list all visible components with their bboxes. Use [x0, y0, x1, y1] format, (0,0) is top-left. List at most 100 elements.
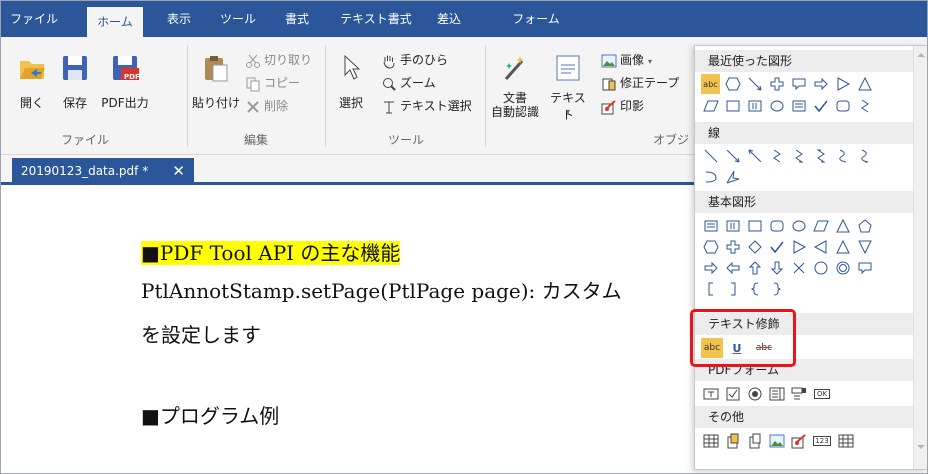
arrow-line-shape[interactable] [745, 74, 764, 94]
left-arrow-shape[interactable] [723, 258, 742, 278]
group-divider [325, 45, 326, 147]
hexagon-shape[interactable] [723, 74, 742, 94]
open-button[interactable]: 開く [11, 49, 53, 111]
circle-shape[interactable] [811, 258, 830, 278]
copy-button[interactable]: コピー [245, 73, 300, 93]
callout-shape[interactable] [855, 258, 874, 278]
cross-shape[interactable] [767, 74, 786, 94]
tab-home[interactable]: ホーム [87, 7, 143, 37]
zigzag-double-arrow-shape[interactable] [811, 146, 830, 166]
close-icon[interactable]: ✕ [172, 158, 185, 185]
ring-shape[interactable] [833, 258, 852, 278]
combo-field-icon[interactable] [789, 384, 808, 404]
elbow-connector-shape[interactable] [701, 167, 720, 187]
paste-button[interactable]: 貼り付け [191, 49, 241, 111]
right-arrow-shape[interactable] [811, 74, 830, 94]
cross-shape[interactable] [723, 237, 742, 257]
ellipse-shape[interactable] [767, 96, 786, 116]
right-arrow-shape[interactable] [701, 258, 720, 278]
parallelogram-shape[interactable] [701, 96, 720, 116]
vertical-text-shape[interactable] [723, 216, 742, 236]
parallelogram-shape[interactable] [811, 216, 830, 236]
document-tab[interactable]: 20190123_data.pdf * ✕ [12, 158, 194, 185]
hand-button[interactable]: 手のひら [381, 50, 448, 70]
rectangle-shape[interactable] [745, 216, 764, 236]
diamond-shape[interactable] [745, 237, 764, 257]
down-arrow-shape[interactable] [767, 258, 786, 278]
text-box-shape[interactable] [789, 96, 808, 116]
page-number-icon[interactable]: 123 [811, 431, 833, 451]
stamp-button[interactable]: 印影 [601, 96, 644, 116]
zigzag-shape[interactable] [767, 146, 786, 166]
checkbox-field-icon[interactable] [723, 384, 742, 404]
tab-file[interactable]: ファイル [9, 1, 59, 37]
curve-shape[interactable] [833, 146, 852, 166]
tab-view[interactable]: 表示 [161, 1, 197, 37]
tab-merge[interactable]: 差込 [429, 1, 469, 37]
image-icon[interactable] [767, 431, 786, 451]
tab-form[interactable]: フォーム [509, 1, 563, 37]
text-highlight-shape[interactable]: abc [701, 74, 720, 94]
save-button[interactable]: 保存 [55, 49, 95, 111]
ocr-button[interactable]: 文書 自動認識 [489, 49, 541, 127]
ellipse-shape[interactable] [789, 216, 808, 236]
down-triangle-shape[interactable] [855, 237, 874, 257]
rounded-rect-shape[interactable] [767, 216, 786, 236]
line-shape[interactable] [701, 146, 720, 166]
button-field-icon[interactable]: OK [811, 384, 833, 404]
tab-text-format[interactable]: テキスト書式 [337, 1, 415, 37]
curve-arrow-shape[interactable] [855, 146, 874, 166]
tab-format[interactable]: 書式 [277, 1, 317, 37]
callout-shape[interactable] [789, 74, 808, 94]
rounded-rect-shape[interactable] [833, 96, 852, 116]
table-icon[interactable] [701, 431, 720, 451]
correction-tape-button[interactable]: 修正テープ [601, 73, 679, 93]
scissors-icon [246, 54, 260, 68]
stamp-icon[interactable] [789, 431, 808, 451]
page-copy-icon[interactable] [745, 431, 764, 451]
scroll-down-icon[interactable] [916, 442, 926, 452]
hexagon-shape[interactable] [701, 237, 720, 257]
right-brace-shape[interactable] [767, 279, 786, 299]
panel-scrollbar[interactable] [913, 46, 927, 469]
pentagon-shape[interactable] [855, 216, 874, 236]
scroll-up-icon[interactable] [916, 50, 926, 60]
text-box-shape[interactable] [701, 216, 720, 236]
zigzag-arrow-shape[interactable] [789, 146, 808, 166]
list-field-icon[interactable] [767, 384, 786, 404]
tab-tools[interactable]: ツール [215, 1, 261, 37]
zoom-button[interactable]: ズーム [381, 73, 436, 93]
text-box-button[interactable]: テキスト ▾ [545, 49, 591, 127]
right-bracket-shape[interactable] [723, 279, 742, 299]
zoom-icon [383, 77, 396, 91]
cut-button[interactable]: 切り取り [245, 50, 312, 70]
pdf-export-button[interactable]: PDF PDF出力 [97, 49, 153, 111]
double-arrow-line-shape[interactable] [745, 146, 764, 166]
select-button[interactable]: 選択 [331, 49, 371, 111]
squiggle-shape[interactable] [855, 96, 874, 116]
grid-icon[interactable] [836, 431, 855, 451]
image-button[interactable]: 画像 ▾ [601, 50, 652, 70]
left-brace-shape[interactable] [745, 279, 764, 299]
rectangle-shape[interactable] [723, 96, 742, 116]
play-triangle-shape[interactable] [789, 237, 808, 257]
triangle-shape[interactable] [833, 216, 852, 236]
x-shape[interactable] [789, 258, 808, 278]
triangle-shape[interactable] [855, 74, 874, 94]
page-icon[interactable] [723, 431, 742, 451]
triangle-shape[interactable] [833, 237, 852, 257]
text-select-button[interactable]: テキスト選択 [381, 96, 472, 116]
left-bracket-shape[interactable] [701, 279, 720, 299]
radio-field-icon[interactable] [745, 384, 764, 404]
arrow-line-shape[interactable] [723, 146, 742, 166]
checkmark-shape[interactable] [811, 96, 830, 116]
polyline-shape[interactable] [723, 167, 742, 187]
checkmark-shape[interactable] [767, 237, 786, 257]
object-group-label: オブジ [652, 133, 689, 147]
text-field-icon[interactable] [701, 384, 720, 404]
vertical-text-shape[interactable] [745, 96, 764, 116]
play-triangle-shape[interactable] [833, 74, 852, 94]
up-arrow-shape[interactable] [745, 258, 764, 278]
delete-button[interactable]: 削除 [245, 96, 288, 116]
left-triangle-shape[interactable] [811, 237, 830, 257]
